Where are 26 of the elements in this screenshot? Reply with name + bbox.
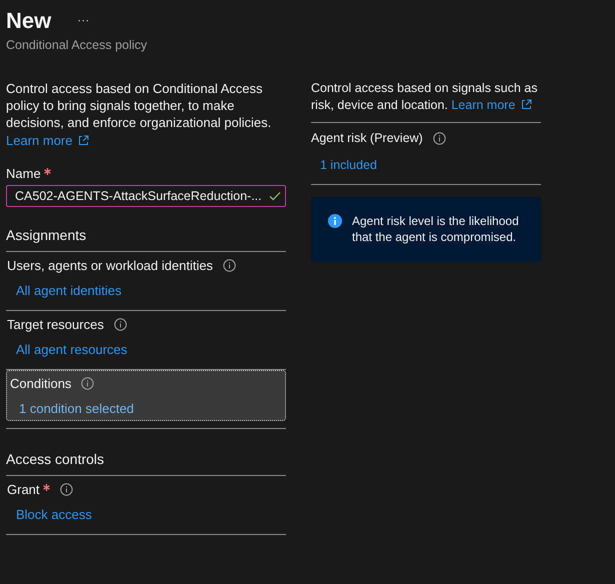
- more-options-button[interactable]: ···: [77, 13, 90, 27]
- item-label: Conditions: [10, 376, 72, 391]
- learn-more-link[interactable]: Learn more: [451, 98, 516, 112]
- name-input-field[interactable]: CA502-AGENTS-AttackSurfaceReduction-...: [6, 185, 286, 207]
- section-heading: Assignments: [6, 227, 286, 252]
- item-value-link[interactable]: All agent resources: [16, 342, 128, 357]
- selected-item-panel[interactable]: Conditions 1 condition selected: [6, 370, 286, 421]
- item-panel[interactable]: Grant Block access: [6, 476, 286, 527]
- item-value-link[interactable]: All agent identities: [16, 283, 122, 298]
- page-title: New: [6, 8, 52, 34]
- learn-more-link[interactable]: Learn more: [6, 133, 72, 148]
- description: Control access based on Conditional Access policy to bring signals together, to make decisions, and enforce organizational policies.: [6, 80, 272, 131]
- page-subtitle: Conditional Access policy: [6, 38, 148, 52]
- field-label: Name: [6, 166, 41, 181]
- item-value-link[interactable]: 1 included: [320, 158, 377, 172]
- section-heading: Access controls: [6, 451, 286, 476]
- item-value-link[interactable]: Block access: [16, 507, 92, 522]
- item-label: Agent risk (Preview): [311, 131, 423, 145]
- info-message: Agent risk level is the likelihood that the agent is compromised.: [352, 213, 520, 245]
- item-panel[interactable]: Target resources All agent resources: [6, 311, 286, 362]
- description: Control access based on signals such as risk, device and location. Learn more: [311, 80, 541, 123]
- item-value-link[interactable]: 1 condition selected: [19, 401, 134, 416]
- item-label: Target resources: [7, 317, 104, 332]
- item-label: Users, agents or workload identities: [7, 258, 213, 273]
- item-panel[interactable]: Users, agents or workload identities All agent identities: [6, 252, 286, 303]
- item-label: Grant: [7, 482, 40, 497]
